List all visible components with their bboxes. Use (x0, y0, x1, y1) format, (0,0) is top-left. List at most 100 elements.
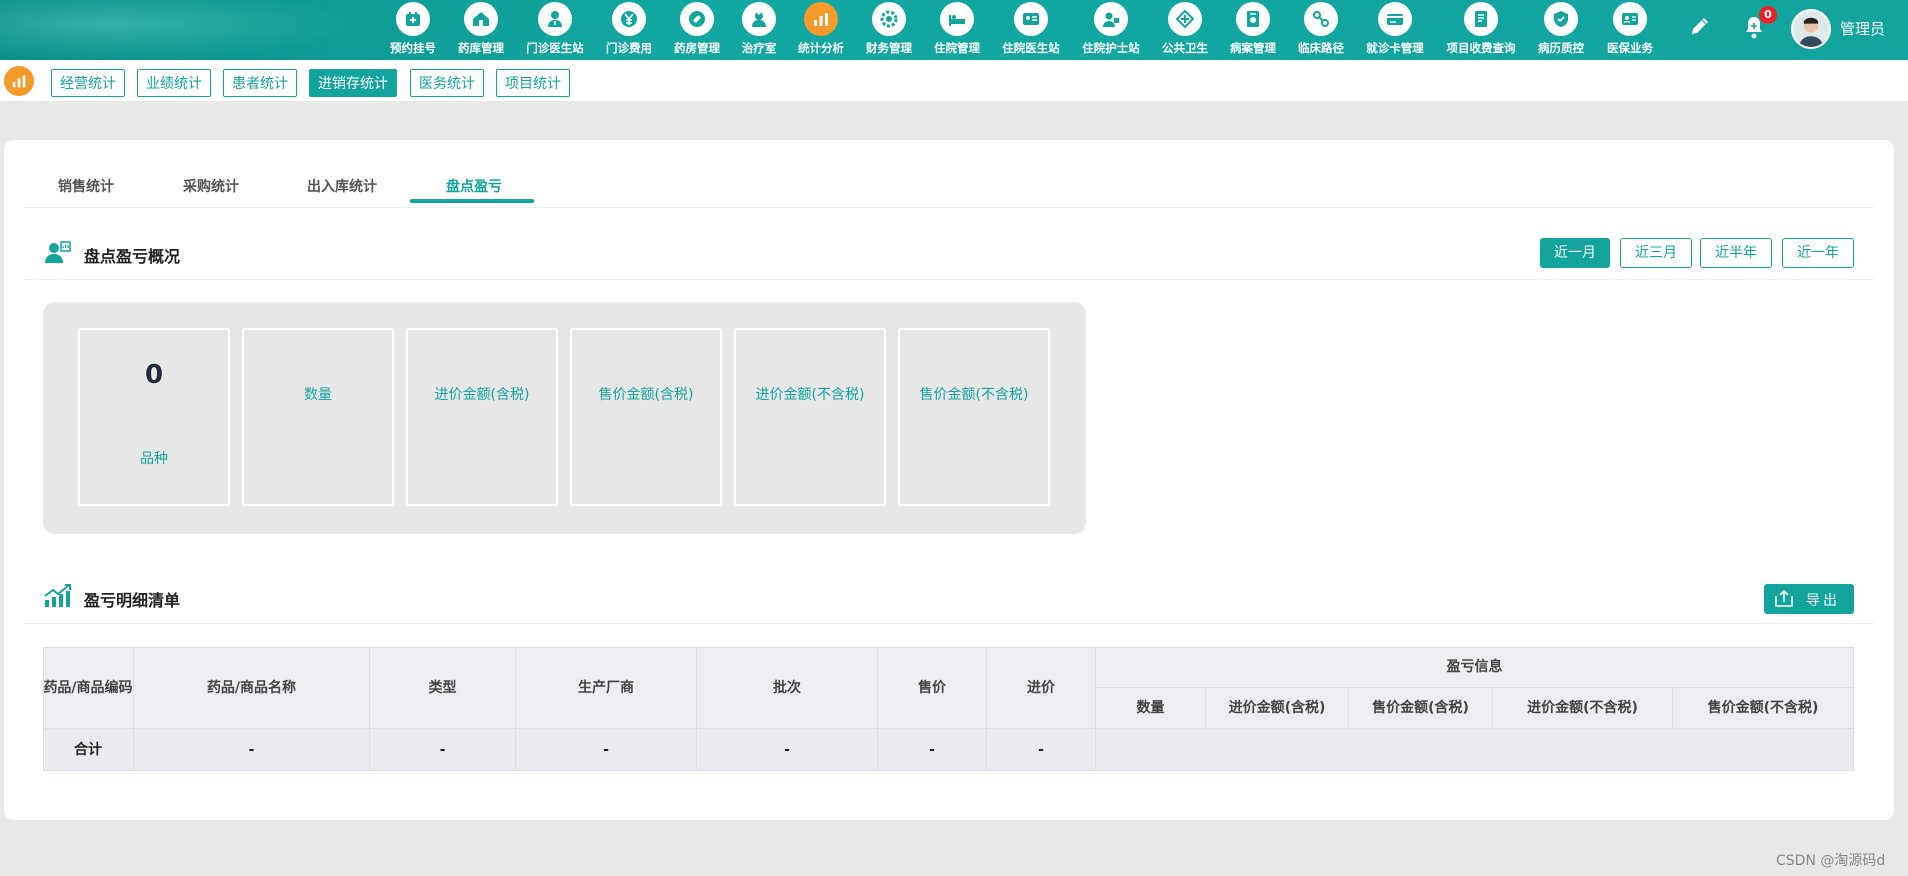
nav-label: 药库管理 (458, 41, 504, 55)
stat-label: 品种 (140, 451, 168, 467)
range-last-half-year-button[interactable]: 近半年 (1700, 238, 1772, 268)
column-header-purchase-price: 进价 (987, 647, 1096, 729)
column-header-purchase-amount-notax: 进价金额(不含税) (1493, 688, 1673, 729)
statistics-logo-icon (4, 66, 34, 96)
avatar[interactable] (1791, 9, 1831, 49)
doctor-icon (538, 2, 572, 36)
stat-box-sale-amount-tax: 售价金额(含税) (570, 328, 722, 506)
nav-label: 临床路径 (1298, 41, 1344, 55)
main-content-card: 销售统计 采购统计 出入库统计 盘点盈亏 盘点盈亏概况 近一月 近三月 近半年 … (4, 140, 1894, 820)
range-last-3-months-button[interactable]: 近三月 (1620, 238, 1692, 268)
pencil-icon[interactable] (1688, 14, 1712, 38)
calendar-icon (396, 2, 430, 36)
subnav-item-stats[interactable]: 项目统计 (496, 69, 570, 97)
stat-box-purchase-amount-notax: 进价金额(不含税) (734, 328, 886, 506)
column-header-sale-price: 售价 (878, 647, 987, 729)
trend-chart-icon (44, 584, 71, 607)
nurse-card-icon (1094, 2, 1128, 36)
yen-icon (612, 2, 646, 36)
shield-icon (1544, 2, 1578, 36)
stat-box-quantity: 数量 (242, 328, 394, 506)
total-row-batch: - (697, 729, 878, 771)
overview-stats-panel: 0 品种 数量 进价金额(含税) 售价金额(含税) 进价金额(不含税) 售价金额… (43, 302, 1086, 534)
stat-label: 售价金额(不含税) (919, 387, 1029, 403)
path-icon (1304, 2, 1338, 36)
nav-item-visit-card[interactable]: 就诊卡管理 (1355, 0, 1435, 60)
nav-item-record-quality[interactable]: 病历质控 (1521, 0, 1601, 60)
watermark: CSDN @淘源码d (1776, 853, 1886, 869)
doctor-card-icon (1014, 2, 1048, 36)
nav-item-clinical-pathway[interactable]: 临床路径 (1281, 0, 1361, 60)
id-card-icon (1613, 2, 1647, 36)
sub-navigation-bar: 经营统计 业绩统计 患者统计 进销存统计 医务统计 项目统计 (0, 60, 1908, 101)
upload-icon (1775, 590, 1793, 607)
tab-stock-in-out-stats[interactable]: 出入库统计 (307, 176, 377, 196)
gear-icon (872, 2, 906, 36)
stat-box-sale-amount-notax: 售价金额(不含税) (898, 328, 1050, 506)
user-stats-icon (45, 241, 71, 263)
tab-sales-stats[interactable]: 销售统计 (58, 176, 114, 196)
subnav-patient-stats[interactable]: 患者统计 (223, 69, 297, 97)
stat-label: 数量 (304, 387, 332, 403)
receipt-icon (1464, 2, 1498, 36)
stat-label: 进价金额(含税) (434, 387, 530, 403)
nav-label: 住院医生站 (1002, 41, 1060, 55)
column-header-code: 药品/商品编码 (43, 647, 134, 729)
detail-section-header: 盈亏明细清单 (24, 570, 1874, 624)
stat-label: 售价金额(含税) (598, 387, 694, 403)
card-icon (1378, 2, 1412, 36)
export-button[interactable]: 导出 (1764, 584, 1854, 614)
stat-box-purchase-amount-tax: 进价金额(含税) (406, 328, 558, 506)
total-row-sale-price: - (878, 729, 987, 771)
column-header-batch: 批次 (697, 647, 878, 729)
bed-icon (940, 2, 974, 36)
column-header-name: 药品/商品名称 (134, 647, 370, 729)
nurse-icon (742, 2, 776, 36)
total-row-purchase-price: - (987, 729, 1096, 771)
nav-item-medical-insurance[interactable]: 医保业务 (1590, 0, 1670, 60)
nav-label: 门诊医生站 (526, 41, 584, 55)
notification-badge: 0 (1759, 6, 1777, 24)
nav-item-pharmacy-warehouse[interactable]: 药库管理 (441, 0, 521, 60)
subnav-business-stats[interactable]: 经营统计 (51, 69, 125, 97)
range-last-year-button[interactable]: 近一年 (1782, 238, 1854, 268)
column-header-sale-amount-notax: 售价金额(不含税) (1673, 688, 1854, 729)
nav-label: 住院管理 (934, 41, 980, 55)
detail-title: 盈亏明细清单 (84, 591, 181, 610)
active-tab-indicator (410, 199, 534, 203)
nav-item-fee-query[interactable]: 项目收费查询 (1441, 0, 1521, 60)
house-icon (464, 2, 498, 36)
username[interactable]: 管理员 (1840, 18, 1885, 39)
total-row-type: - (370, 729, 516, 771)
total-row-label: 合计 (43, 729, 134, 771)
nav-label: 就诊卡管理 (1366, 41, 1424, 55)
subnav-inventory-stats[interactable]: 进销存统计 (309, 69, 397, 97)
nav-label: 医保业务 (1607, 41, 1653, 55)
column-header-quantity: 数量 (1096, 688, 1206, 729)
tab-inventory-profit-loss[interactable]: 盘点盈亏 (446, 176, 502, 196)
nav-item-outpatient-doctor[interactable]: 门诊医生站 (515, 0, 595, 60)
profit-loss-table: 药品/商品编码 药品/商品名称 类型 生产厂商 批次 售价 进价 盈亏信息 数量… (43, 647, 1854, 772)
column-header-sale-amount-tax: 售价金额(含税) (1349, 688, 1493, 729)
stat-value: 0 (144, 360, 164, 390)
nav-item-inpatient-management[interactable]: 住院管理 (917, 0, 997, 60)
column-header-type: 类型 (370, 647, 516, 729)
tab-purchase-stats[interactable]: 采购统计 (183, 176, 239, 196)
export-label: 导出 (1806, 593, 1840, 609)
nav-label: 病历质控 (1538, 41, 1584, 55)
nav-item-inpatient-nurse[interactable]: 住院护士站 (1071, 0, 1151, 60)
range-last-month-button[interactable]: 近一月 (1540, 238, 1610, 268)
stat-box-variety: 0 品种 (78, 328, 230, 506)
top-navigation-bar: 预约挂号 药库管理 门诊医生站 门诊费用 药房管理 治疗室 统计分析 财务管理 … (0, 0, 1908, 60)
total-row-profit-loss (1096, 729, 1854, 771)
bar-chart-icon (804, 2, 838, 36)
stat-label: 进价金额(不含税) (755, 387, 865, 403)
total-row-name: - (134, 729, 370, 771)
total-row-manufacturer: - (516, 729, 697, 771)
pill-icon (680, 2, 714, 36)
column-header-manufacturer: 生产厂商 (516, 647, 697, 729)
folder-icon (1236, 2, 1270, 36)
subnav-performance-stats[interactable]: 业绩统计 (137, 69, 211, 97)
subnav-medical-stats[interactable]: 医务统计 (410, 69, 484, 97)
nav-item-inpatient-doctor[interactable]: 住院医生站 (991, 0, 1071, 60)
